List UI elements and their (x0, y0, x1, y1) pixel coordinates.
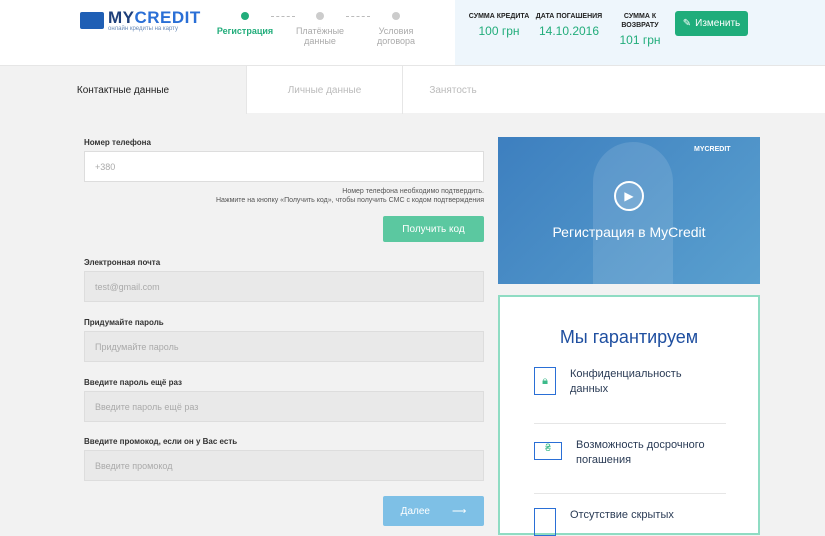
step-dot (316, 12, 324, 20)
summary-date: ДАТА ПОГАШЕНИЯ 14.10.2016 (534, 12, 604, 38)
divider (534, 493, 726, 494)
arrow-right-icon: ⟶ (451, 505, 467, 517)
summary-value: 100 грн (478, 24, 520, 38)
phone-label: Номер телефона (84, 138, 151, 147)
lock-document-icon: 🔒︎ (534, 367, 556, 395)
password-input[interactable]: Придумайте пароль (84, 331, 484, 362)
summary-value: 101 грн (619, 33, 661, 47)
summary-return: СУММА К ВОЗВРАТУ 101 грн (605, 12, 675, 47)
step-payment: Платёжные данные (285, 12, 355, 46)
guarantee-item: ₴ Возможность досрочного погашения (534, 438, 716, 468)
password-repeat-label: Введите пароль ещё раз (84, 378, 182, 387)
card-hryvnia-icon: ₴ (534, 442, 562, 460)
change-button[interactable]: ✎ Изменить (675, 11, 748, 36)
divider (534, 423, 726, 424)
video-player[interactable]: MYCREDIT ▶ Регистрация в MyCredit (498, 137, 760, 284)
promo-input[interactable]: Введите промокод (84, 450, 484, 481)
guarantee-item: Отсутствие скрытых (534, 508, 674, 536)
video-person (593, 142, 673, 284)
step-label: Условия договора (376, 26, 416, 46)
email-label: Электронная почта (84, 258, 161, 267)
guarantee-title: Мы гарантируем (559, 327, 699, 347)
next-label: Далее (400, 505, 430, 517)
step-label: Регистрация (216, 26, 274, 36)
step-contract: Условия договора (361, 12, 431, 46)
tab-employment[interactable]: Занятость (403, 66, 503, 114)
summary-value: 14.10.2016 (538, 24, 600, 38)
logo-tagline: онлайн кредиты на карту (108, 26, 178, 32)
change-label: Изменить (695, 18, 741, 29)
step-registration: Регистрация (210, 12, 280, 36)
logo[interactable]: MYCREDIT (108, 8, 201, 28)
phone-input[interactable]: +380 (84, 151, 484, 182)
guarantee-item: 🔒︎ Конфиденциальность данных (534, 367, 700, 397)
promo-label: Введите промокод, если он у Вас есть (84, 437, 238, 446)
play-icon[interactable]: ▶ (614, 181, 644, 211)
step-label: Платёжные данные (295, 26, 345, 46)
step-dot (241, 12, 249, 20)
next-button[interactable]: Далее ⟶ (383, 496, 484, 526)
get-code-button[interactable]: Получить код (383, 216, 484, 242)
video-title: Регистрация в MyCredit (552, 224, 706, 240)
guarantee-text: Возможность досрочного погашения (576, 439, 705, 466)
summary-label: СУММА К ВОЗВРАТУ (621, 13, 659, 29)
summary-label: СУММА КРЕДИТА (468, 13, 530, 20)
tab-bar: Контактные данные Личные данные Занятост… (0, 65, 825, 114)
logo-my: MY (108, 8, 135, 27)
phone-hint: Номер телефона необходимо подтвердить. На… (216, 187, 484, 205)
email-input[interactable]: test@gmail.com (84, 271, 484, 302)
logo-card-icon (80, 12, 104, 29)
tab-contacts[interactable]: Контактные данные (0, 66, 247, 114)
step-dot (392, 12, 400, 20)
summary-amount: СУММА КРЕДИТА 100 грн (464, 12, 534, 38)
summary-label: ДАТА ПОГАШЕНИЯ (535, 13, 603, 20)
video-logo: MYCREDIT (694, 146, 731, 153)
hint-line: Нажмите на кнопку «Получить код», чтобы … (215, 197, 484, 204)
guarantee-text: Конфиденциальность данных (570, 368, 682, 395)
pencil-icon: ✎ (682, 18, 692, 29)
logo-credit: CREDIT (134, 8, 201, 27)
password-repeat-input[interactable]: Введите пароль ещё раз (84, 391, 484, 422)
document-icon (534, 508, 556, 536)
tab-personal[interactable]: Личные данные (247, 66, 403, 114)
password-label: Придумайте пароль (84, 318, 164, 327)
guarantee-panel: Мы гарантируем 🔒︎ Конфиденциальность данн… (498, 295, 760, 536)
guarantee-text: Отсутствие скрытых (570, 509, 674, 521)
hint-line: Номер телефона необходимо подтвердить. (342, 188, 484, 195)
